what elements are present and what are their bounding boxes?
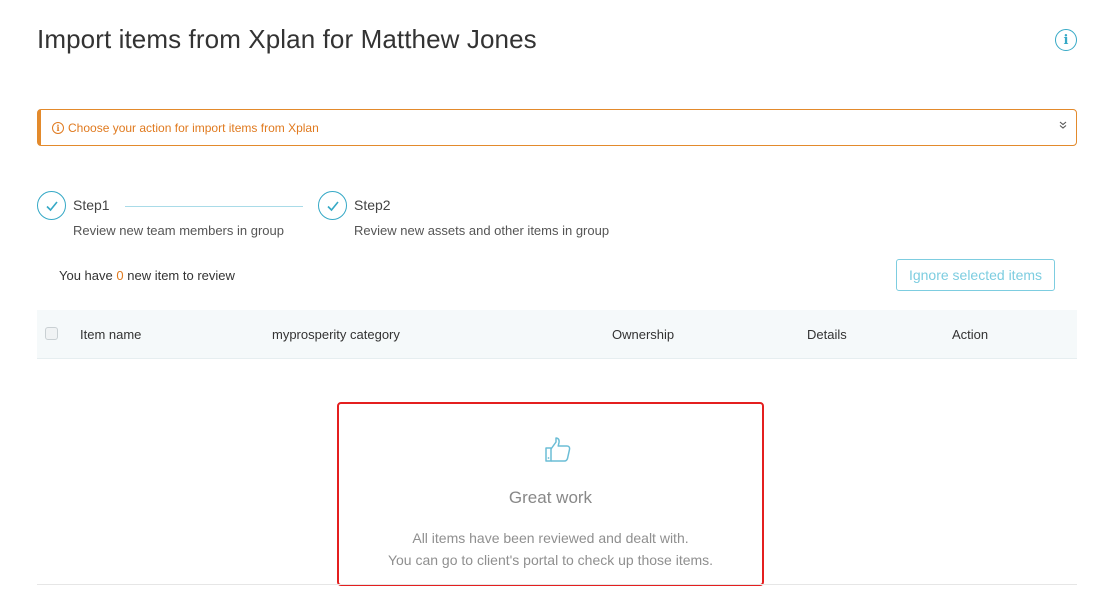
action-banner[interactable]: i Choose your action for import items fr…	[37, 109, 1077, 146]
column-header-category: myprosperity category	[272, 327, 400, 342]
step-1-name: Step1	[73, 197, 110, 213]
review-count-number: 0	[116, 268, 124, 283]
empty-state-line-1: All items have been reviewed and dealt w…	[412, 530, 689, 546]
column-header-action: Action	[952, 327, 989, 342]
banner-info-icon: i	[52, 121, 64, 134]
step-2-name: Step2	[354, 197, 391, 213]
info-icon[interactable]: i	[1055, 29, 1077, 51]
empty-state-card: Great work All items have been reviewed …	[337, 402, 764, 586]
client-name: Matthew Jones	[360, 24, 537, 54]
check-icon	[318, 191, 347, 220]
select-all-checkbox[interactable]	[45, 327, 58, 340]
banner-text: Choose your action for import items from…	[68, 120, 319, 135]
column-header-details: Details	[807, 327, 847, 342]
review-count: You have 0 new item to review	[59, 268, 235, 283]
step-2-description: Review new assets and other items in gro…	[354, 223, 610, 238]
step-connector	[125, 206, 303, 207]
step-1-description: Review new team members in group	[73, 223, 284, 238]
check-icon	[37, 191, 66, 220]
thumbs-up-icon	[545, 437, 571, 462]
ignore-selected-items-button[interactable]: Ignore selected items	[896, 259, 1055, 291]
bottom-divider	[37, 584, 1077, 585]
column-header-ownership: Ownership	[612, 327, 675, 342]
double-chevron-down-icon[interactable]	[1059, 121, 1067, 130]
review-count-prefix: You have	[59, 268, 113, 283]
column-header-item-name: Item name	[80, 327, 142, 342]
page-title-prefix: Import items from Xplan for	[37, 24, 354, 54]
review-count-suffix: new item to review	[127, 268, 235, 283]
page-title: Import items from Xplan for Matthew Jone…	[37, 24, 537, 55]
empty-state-line-2: You can go to client's portal to check u…	[387, 552, 714, 568]
empty-state-title: Great work	[508, 488, 593, 507]
table-header: Item name myprosperity category Ownershi…	[37, 310, 1077, 359]
